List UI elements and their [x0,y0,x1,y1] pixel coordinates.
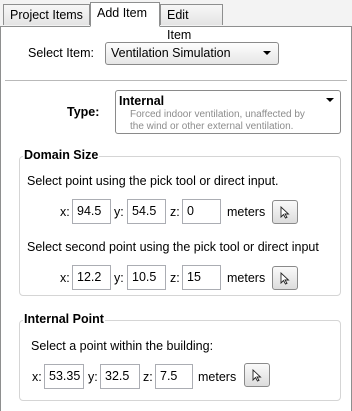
point1-z-label: z: [170,205,180,219]
type-description: Forced indoor ventilation, unaffected by… [130,109,310,133]
point2-y-label: y: [114,271,124,285]
separator [5,80,347,81]
tab-project-items[interactable]: Project Items [3,4,90,25]
point1-y-input[interactable]: 54.5 [127,199,166,224]
chevron-down-icon [326,98,334,102]
type-value: Internal [119,94,165,108]
point2-x-label: x: [60,271,70,285]
internal-y-input[interactable]: 32.5 [100,364,140,389]
internal-pick-button[interactable] [244,363,270,387]
internal-z-input[interactable]: 7.5 [155,364,193,389]
internal-x-input[interactable]: 53.35 [44,364,84,389]
tab-add-item[interactable]: Add Item [90,2,160,27]
internal-point-prompt: Select a point within the building: [31,339,214,353]
point2-units: meters [227,271,266,285]
cursor-arrow-icon [252,369,262,382]
point2-y-input[interactable]: 10.5 [127,265,166,290]
internal-x-label: x: [32,370,42,384]
tab-bar: Project Items Add Item Edit Item [0,0,352,42]
point1-units: meters [227,205,266,219]
select-item-label: Select Item: [28,46,94,60]
internal-z-label: z: [143,370,153,384]
internal-point-title: Internal Point [23,312,105,326]
internal-y-label: y: [88,370,98,384]
domain-second-prompt: Select second point using the pick tool … [27,240,319,254]
select-item-value: Ventilation Simulation [111,46,231,60]
point1-x-input[interactable]: 94.5 [72,199,111,224]
point1-x-label: x: [60,205,70,219]
point2-pick-button[interactable] [272,266,298,290]
type-description-line1: Forced indoor ventilation, unaffected by [130,109,305,120]
point2-z-label: z: [170,271,180,285]
domain-first-prompt: Select point using the pick tool or dire… [27,174,279,188]
cursor-arrow-icon [280,206,290,219]
point2-x-input[interactable]: 12.2 [72,265,111,290]
type-dropdown[interactable]: Internal Forced indoor ventilation, unaf… [115,90,341,134]
tab-edit-item[interactable]: Edit Item [160,4,223,42]
point1-pick-button[interactable] [272,200,298,224]
point1-z-input[interactable]: 0 [182,199,221,224]
type-description-line2: the wind or other external ventilation. [130,121,294,132]
type-label: Type: [67,105,100,119]
point2-z-input[interactable]: 15 [182,265,221,290]
domain-size-title: Domain Size [23,148,100,162]
internal-units: meters [198,370,237,384]
cursor-arrow-icon [280,272,290,285]
chevron-down-icon [263,51,271,55]
select-item-dropdown[interactable]: Ventilation Simulation [105,42,279,65]
point1-y-label: y: [114,205,124,219]
